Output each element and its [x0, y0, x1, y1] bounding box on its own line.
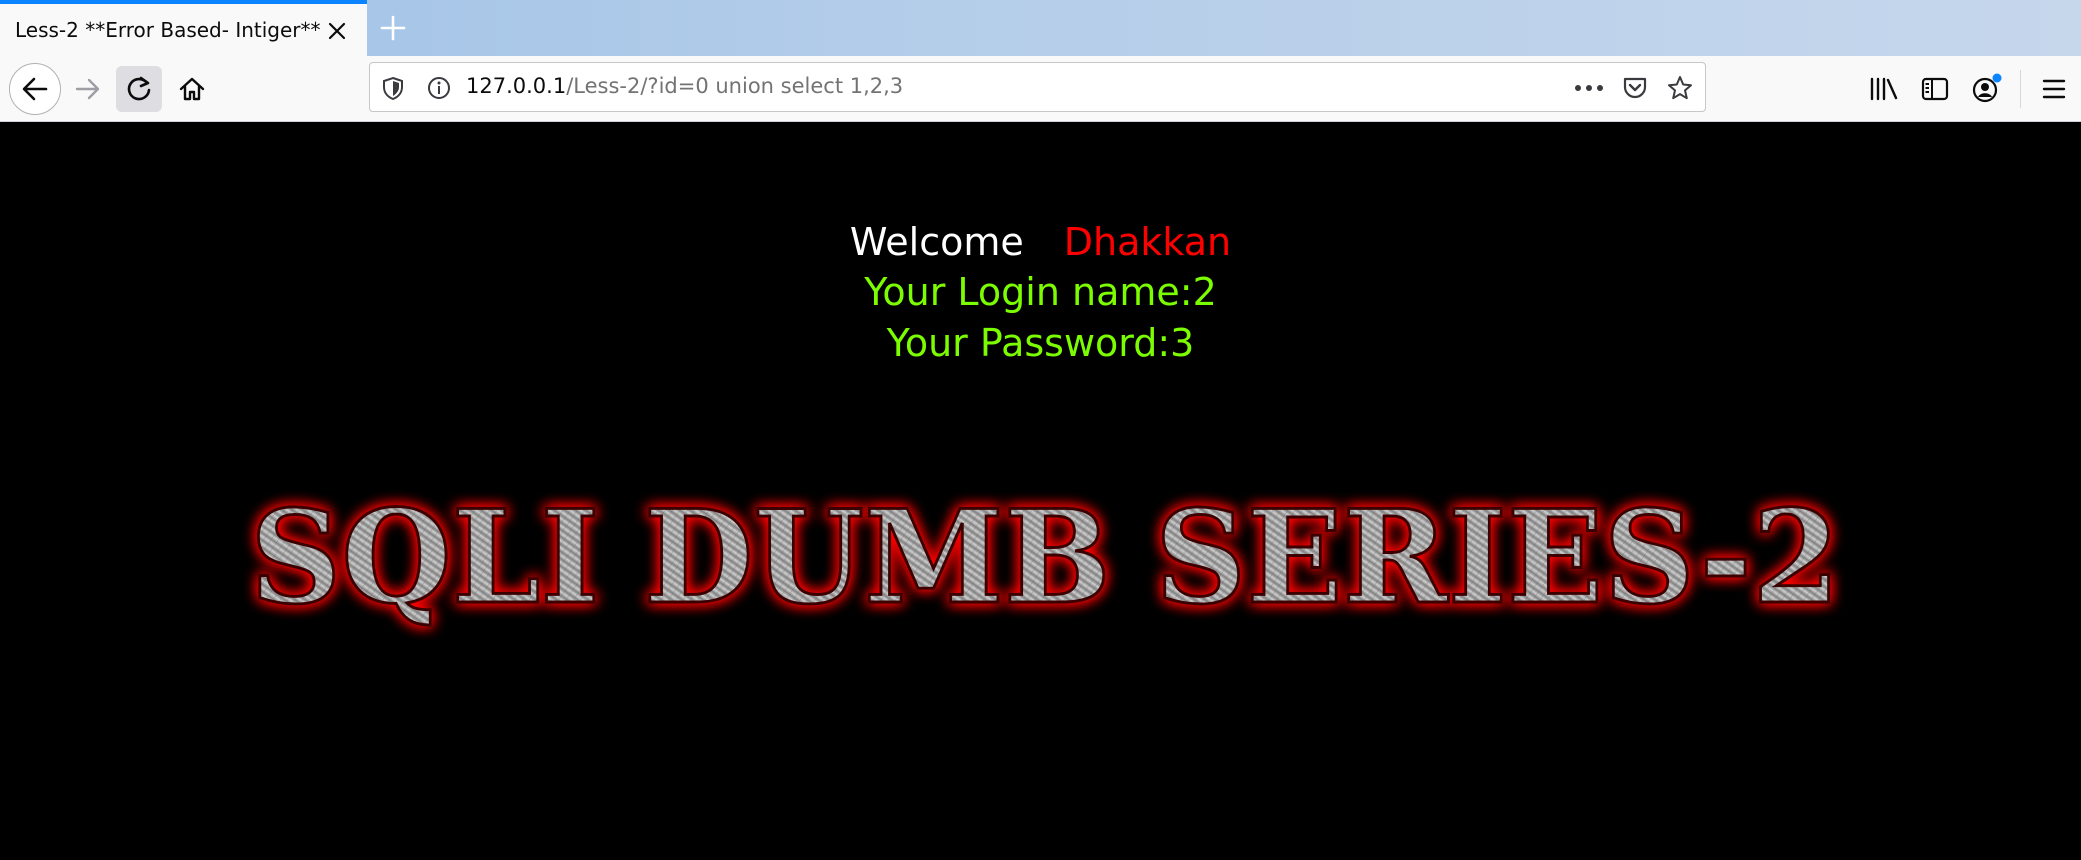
reload-button[interactable] [116, 66, 162, 112]
close-icon[interactable] [322, 16, 352, 46]
sqli-banner-image: SQLI DUMB SERIES-2 [249, 482, 1842, 635]
banner-text: SQLI DUMB SERIES-2 [250, 483, 1840, 633]
home-icon [179, 77, 205, 101]
reload-icon [127, 76, 151, 101]
tracking-shield-icon[interactable] [380, 75, 406, 101]
address-bar[interactable]: 127.0.0.1/Less-2/?id=0 union select 1,2,… [369, 62, 1706, 112]
login-name-result: Your Login name:2 [864, 270, 1217, 314]
pocket-icon[interactable] [1620, 74, 1650, 102]
tab-title: Less-2 **Error Based- Intiger** [15, 18, 321, 42]
arrow-right-icon [75, 78, 100, 100]
info-icon[interactable] [426, 75, 452, 101]
sidebar-button[interactable] [1916, 68, 1954, 110]
url-text[interactable]: 127.0.0.1/Less-2/?id=0 union select 1,2,… [466, 74, 903, 98]
bookmark-star-icon[interactable] [1665, 74, 1695, 102]
plus-icon [380, 15, 406, 41]
more-actions-icon[interactable] [1572, 75, 1606, 101]
library-icon [1870, 77, 1898, 101]
hamburger-icon [2042, 79, 2066, 99]
toolbar-divider [2020, 70, 2021, 108]
menu-button[interactable] [2035, 68, 2073, 110]
new-tab-button[interactable] [375, 10, 411, 46]
tab-active[interactable]: Less-2 **Error Based- Intiger** [0, 0, 367, 56]
url-host: 127.0.0.1 [466, 74, 567, 98]
page-content: Welcome Dhakkan Your Login name:2 Your Pa… [0, 122, 2081, 860]
navigation-toolbar: 127.0.0.1/Less-2/?id=0 union select 1,2,… [0, 56, 2081, 122]
back-button[interactable] [9, 63, 61, 115]
username-text: Dhakkan [1063, 220, 1232, 264]
welcome-line: Welcome Dhakkan [0, 220, 2081, 264]
welcome-text: Welcome [849, 220, 1024, 264]
forward-button[interactable] [64, 65, 112, 113]
arrow-left-icon [22, 77, 48, 101]
home-button[interactable] [168, 65, 216, 113]
library-button[interactable] [1865, 68, 1903, 110]
account-icon [1972, 73, 2002, 103]
account-button[interactable] [1968, 68, 2006, 110]
password-result: Your Password:3 [886, 321, 1195, 365]
sidebar-icon [1921, 77, 1949, 101]
tab-strip: Less-2 **Error Based- Intiger** [0, 0, 2081, 56]
url-path: /Less-2/?id=0 union select 1,2,3 [566, 74, 904, 98]
